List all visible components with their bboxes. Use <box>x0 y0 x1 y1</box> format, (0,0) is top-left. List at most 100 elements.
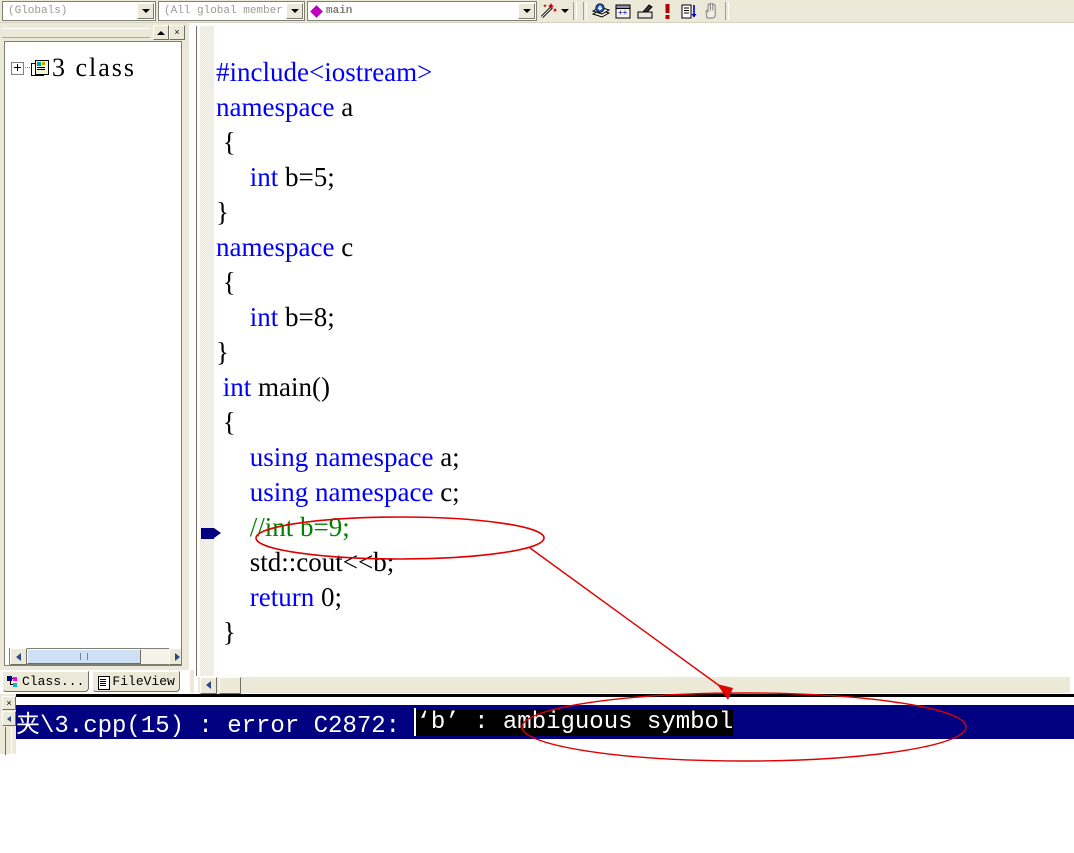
tree-root-label: 3 class <box>52 53 137 82</box>
scroll-left-button[interactable] <box>10 648 27 665</box>
member-combo-arrow[interactable] <box>286 3 303 19</box>
code-token: a; <box>433 442 460 472</box>
code-token: { <box>216 407 236 437</box>
arrow-left-icon <box>16 652 21 661</box>
toolbar-separator <box>725 2 729 20</box>
code-text[interactable]: #include<iostream> namespace a { int b=5… <box>216 55 1066 650</box>
member-combo[interactable]: (All global member <box>158 1 305 21</box>
editor-scroll-left-button[interactable] <box>200 676 217 694</box>
triangle-up-icon <box>157 30 165 35</box>
code-token: namespace <box>216 92 335 122</box>
code-token: } <box>216 617 236 647</box>
expander-plus-icon[interactable] <box>11 61 24 75</box>
code-token: //int b=9; <box>216 512 350 542</box>
panel-minimize-button[interactable] <box>153 25 169 40</box>
class-combo[interactable]: (Globals) <box>2 1 156 21</box>
chevron-down-icon <box>560 9 569 13</box>
code-token: 0; <box>314 582 342 612</box>
stop-build-icon <box>637 3 653 18</box>
stop-build-button[interactable] <box>634 1 656 21</box>
toolbar-separator <box>583 2 587 20</box>
error-button[interactable] <box>656 1 678 21</box>
scroll-right-button[interactable] <box>169 648 181 665</box>
arrow-right-icon <box>175 652 180 661</box>
arrow-left-icon <box>206 681 211 689</box>
code-token: } <box>216 337 229 367</box>
vc6-ide-window: (Globals) (All global member main ++ × 3… <box>0 0 1074 853</box>
code-token: } <box>216 197 229 227</box>
output-scroll-left-button[interactable] <box>2 711 16 726</box>
chevron-down-icon <box>522 9 531 13</box>
build-button[interactable]: ++ <box>612 1 634 21</box>
code-token: using namespace <box>249 477 434 507</box>
wizardbar-dropdown[interactable] <box>559 1 570 21</box>
tab-fileview-label: FileView <box>112 674 175 689</box>
go-button[interactable] <box>678 1 700 21</box>
code-token: a <box>334 92 354 122</box>
pause-button[interactable] <box>700 1 722 21</box>
output-divider <box>0 694 1074 697</box>
workspace-panel: × 3 class <box>0 23 189 670</box>
class-combo-value: (Globals) <box>8 5 68 17</box>
code-token: using namespace <box>249 442 434 472</box>
chevron-down-icon <box>141 9 150 13</box>
output-gutter: × <box>0 694 16 755</box>
editor-hscrollbar[interactable] <box>198 676 1070 694</box>
symbol-combo-arrow[interactable] <box>518 3 535 19</box>
exclamation-icon <box>665 3 669 19</box>
compile-button[interactable] <box>590 1 612 21</box>
code-token: c; <box>433 477 460 507</box>
scroll-thumb[interactable] <box>27 649 141 664</box>
code-token: int <box>249 162 279 192</box>
tab-classview[interactable]: Class... <box>2 671 90 692</box>
symbol-combo[interactable]: main <box>307 1 537 21</box>
code-token: return <box>249 582 315 612</box>
build-error-line[interactable]: 夹\3.cpp(15) : error C2872: ‘b’ : ambiguo… <box>16 705 1074 740</box>
tab-fileview[interactable]: FileView <box>92 671 180 692</box>
wizardbar-toolbar: (Globals) (All global member main ++ <box>0 0 1074 23</box>
code-token: int <box>222 372 252 402</box>
magic-wand-icon <box>540 3 557 19</box>
arrow-left-icon <box>7 715 11 722</box>
code-token: { <box>216 127 236 157</box>
output-close-button[interactable]: × <box>2 696 16 710</box>
classview-icon <box>7 675 20 688</box>
scroll-track[interactable] <box>27 649 169 664</box>
classview-tree[interactable]: 3 class <box>4 41 182 666</box>
code-token: { <box>216 267 236 297</box>
member-combo-value: (All global member <box>164 5 283 17</box>
close-icon: × <box>6 697 12 708</box>
code-token: b=8; <box>278 302 335 332</box>
error-prefix: 夹\3.cpp(15) : error C2872: <box>16 713 415 740</box>
symbol-combo-value: main <box>326 5 353 17</box>
code-token: namespace <box>216 232 335 262</box>
class-folder-icon <box>31 60 49 76</box>
workspace-titlebar: × <box>2 25 187 40</box>
code-token: #include<iostream> <box>216 57 433 87</box>
tab-classview-label: Class... <box>22 674 85 689</box>
workspace-tabs: Class... FileView <box>2 671 182 692</box>
wizardbar-button[interactable] <box>537 1 559 21</box>
code-token: b=5; <box>278 162 335 192</box>
tree-root-node[interactable]: 3 class <box>11 54 136 82</box>
class-combo-arrow[interactable] <box>137 3 154 19</box>
chevron-down-icon <box>290 9 299 13</box>
editor-gutter[interactable] <box>200 26 214 676</box>
workspace-hscrollbar[interactable] <box>9 648 181 665</box>
code-token: c <box>334 232 354 262</box>
svg-text:++: ++ <box>618 8 628 17</box>
panel-close-button[interactable]: × <box>169 25 185 40</box>
compile-icon <box>591 2 610 18</box>
workspace-grip <box>2 28 150 38</box>
output-rail <box>5 727 12 755</box>
editor-scroll-thumb[interactable] <box>219 676 241 694</box>
tree-connector <box>25 67 30 69</box>
output-pane: × 夹\3.cpp(15) : error C2872: ‘b’ : ambig… <box>0 694 1074 853</box>
hand-icon <box>705 2 716 18</box>
